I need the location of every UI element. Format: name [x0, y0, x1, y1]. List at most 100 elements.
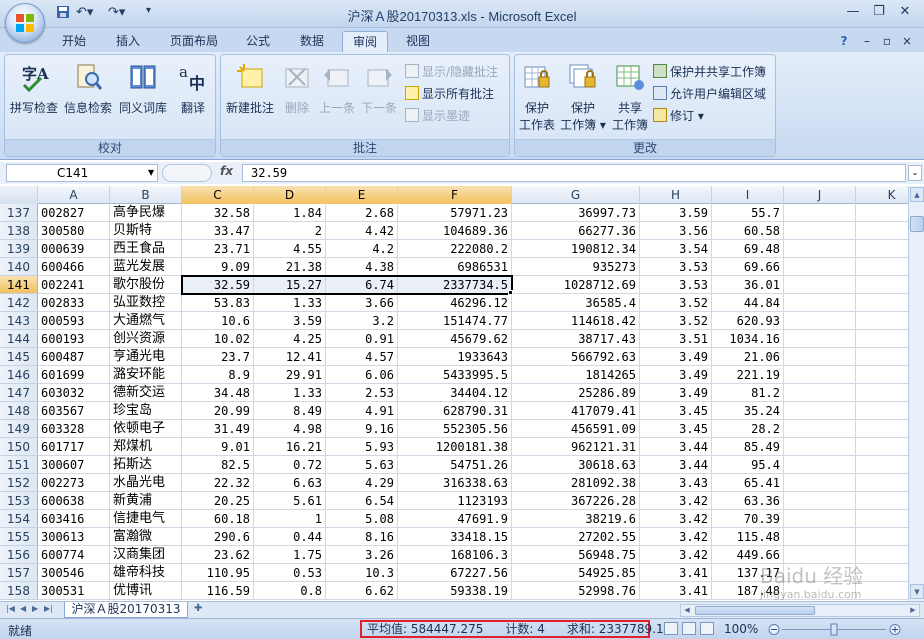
cell-f[interactable]: 552305.56 — [398, 420, 512, 438]
cell-h[interactable]: 3.53 — [640, 258, 712, 276]
cell-j[interactable] — [784, 258, 856, 276]
cell-j[interactable] — [784, 420, 856, 438]
cell-c[interactable]: 82.5 — [182, 456, 254, 474]
column-header-d[interactable]: D — [254, 186, 326, 204]
column-header-j[interactable]: J — [784, 186, 856, 204]
cell-f[interactable]: 2337734.5 — [398, 276, 512, 294]
cell-a[interactable]: 600193 — [38, 330, 110, 348]
tab-formulas[interactable]: 公式 — [236, 31, 280, 52]
spelling-button[interactable]: 字A 拼写检查 — [9, 61, 59, 116]
cell-h[interactable]: 3.41 — [640, 564, 712, 582]
cell-e[interactable]: 0.91 — [326, 330, 398, 348]
tab-page-layout[interactable]: 页面布局 — [162, 31, 226, 52]
cell-h[interactable]: 3.42 — [640, 492, 712, 510]
row-header[interactable]: 156 — [0, 546, 38, 564]
cell-b[interactable]: 高争民爆 — [110, 204, 182, 222]
cell-a[interactable]: 002833 — [38, 294, 110, 312]
cell-b[interactable]: 亨通光电 — [110, 348, 182, 366]
cell-h[interactable]: 3.53 — [640, 276, 712, 294]
cell-c[interactable]: 23.7 — [182, 348, 254, 366]
cell-g[interactable]: 30618.63 — [512, 456, 640, 474]
cell-d[interactable]: 16.21 — [254, 438, 326, 456]
delete-comment-button[interactable]: 删除 — [279, 61, 315, 116]
close-button[interactable]: ✕ — [892, 2, 918, 22]
cell-k[interactable] — [856, 240, 908, 258]
cell-k[interactable] — [856, 222, 908, 240]
scroll-down-icon[interactable]: ▼ — [910, 584, 924, 599]
cell-i[interactable]: 620.93 — [712, 312, 784, 330]
row-header[interactable]: 147 — [0, 384, 38, 402]
row-header[interactable]: 157 — [0, 564, 38, 582]
cell-k[interactable] — [856, 510, 908, 528]
cell-g[interactable]: 367226.28 — [512, 492, 640, 510]
cell-d[interactable]: 21.38 — [254, 258, 326, 276]
cell-j[interactable] — [784, 294, 856, 312]
name-box[interactable]: C141 — [6, 164, 158, 182]
cell-k[interactable] — [856, 384, 908, 402]
row-header[interactable]: 149 — [0, 420, 38, 438]
cell-e[interactable]: 4.42 — [326, 222, 398, 240]
cell-c[interactable]: 31.49 — [182, 420, 254, 438]
zoom-slider[interactable] — [768, 623, 902, 636]
cell-k[interactable] — [856, 330, 908, 348]
cell-a[interactable]: 300546 — [38, 564, 110, 582]
cell-j[interactable] — [784, 528, 856, 546]
row-header[interactable]: 151 — [0, 456, 38, 474]
translate-button[interactable]: a中 翻译 — [173, 61, 213, 116]
cell-g[interactable]: 54925.85 — [512, 564, 640, 582]
cell-b[interactable]: 拓斯达 — [110, 456, 182, 474]
cell-c[interactable]: 8.9 — [182, 366, 254, 384]
cell-i[interactable]: 115.48 — [712, 528, 784, 546]
cell-f[interactable]: 222080.2 — [398, 240, 512, 258]
cell-e[interactable]: 6.06 — [326, 366, 398, 384]
cell-f[interactable]: 6986531 — [398, 258, 512, 276]
cell-k[interactable] — [856, 420, 908, 438]
page-layout-view-icon[interactable] — [682, 622, 696, 635]
cell-a[interactable]: 300531 — [38, 582, 110, 600]
cell-f[interactable]: 59338.19 — [398, 582, 512, 600]
cell-g[interactable]: 38717.43 — [512, 330, 640, 348]
cell-f[interactable]: 47691.9 — [398, 510, 512, 528]
cell-b[interactable]: 郑煤机 — [110, 438, 182, 456]
cell-k[interactable] — [856, 258, 908, 276]
cell-f[interactable]: 45679.62 — [398, 330, 512, 348]
cell-c[interactable]: 9.09 — [182, 258, 254, 276]
cell-f[interactable]: 1933643 — [398, 348, 512, 366]
row-header[interactable]: 153 — [0, 492, 38, 510]
cell-e[interactable]: 3.26 — [326, 546, 398, 564]
cell-h[interactable]: 3.49 — [640, 366, 712, 384]
name-box-dropdown-icon[interactable]: ▼ — [148, 168, 154, 177]
cell-e[interactable]: 6.54 — [326, 492, 398, 510]
column-header-f[interactable]: F — [398, 186, 512, 204]
row-header[interactable]: 138 — [0, 222, 38, 240]
cell-c[interactable]: 22.32 — [182, 474, 254, 492]
cell-d[interactable]: 4.98 — [254, 420, 326, 438]
cell-d[interactable]: 0.53 — [254, 564, 326, 582]
cell-a[interactable]: 002241 — [38, 276, 110, 294]
scroll-left-icon[interactable]: ◀ — [681, 605, 693, 616]
cell-k[interactable] — [856, 528, 908, 546]
scroll-up-icon[interactable]: ▲ — [910, 187, 924, 202]
cell-h[interactable]: 3.51 — [640, 330, 712, 348]
cell-h[interactable]: 3.49 — [640, 348, 712, 366]
row-header[interactable]: 142 — [0, 294, 38, 312]
cell-h[interactable]: 3.59 — [640, 204, 712, 222]
cell-h[interactable]: 3.42 — [640, 546, 712, 564]
cell-e[interactable]: 2.68 — [326, 204, 398, 222]
cell-b[interactable]: 优博讯 — [110, 582, 182, 600]
column-header-g[interactable]: G — [512, 186, 640, 204]
cell-d[interactable]: 2 — [254, 222, 326, 240]
cell-d[interactable]: 4.25 — [254, 330, 326, 348]
cell-a[interactable]: 300580 — [38, 222, 110, 240]
cell-e[interactable]: 9.16 — [326, 420, 398, 438]
cell-e[interactable]: 3.2 — [326, 312, 398, 330]
cell-k[interactable] — [856, 546, 908, 564]
normal-view-icon[interactable] — [664, 622, 678, 635]
cell-k[interactable] — [856, 438, 908, 456]
protect-workbook-button[interactable]: 保护 工作簿 ▾ — [559, 61, 607, 133]
cell-b[interactable]: 大通燃气 — [110, 312, 182, 330]
cell-d[interactable]: 15.27 — [254, 276, 326, 294]
cell-j[interactable] — [784, 384, 856, 402]
column-header-c[interactable]: C — [182, 186, 254, 204]
cell-c[interactable]: 32.58 — [182, 204, 254, 222]
